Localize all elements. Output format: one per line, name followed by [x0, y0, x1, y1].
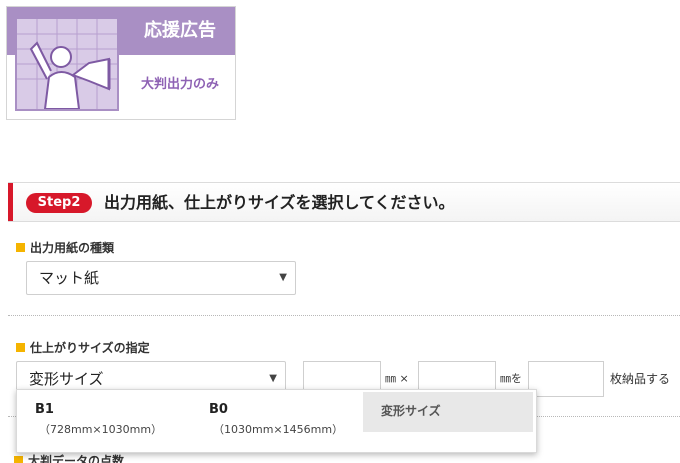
size-option-b0[interactable]: B0 （1030mm×1456mm） — [191, 390, 365, 454]
category-card: 応援広告 大判出力のみ — [6, 6, 236, 120]
bullet-square-icon — [14, 456, 23, 463]
step-badge: Step2 — [26, 193, 92, 213]
bullet-square-icon — [16, 343, 25, 352]
size-option-b1[interactable]: B1 （728mm×1030mm） — [17, 390, 191, 454]
category-subtitle: 大判出力のみ — [140, 77, 219, 92]
size-option-custom[interactable]: 変形サイズ — [363, 390, 537, 454]
quantity-suffix: 枚納品する — [610, 372, 671, 386]
cheering-illustration — [15, 17, 119, 111]
section-divider — [8, 315, 680, 316]
paper-type-select[interactable]: マット紙 ▼ — [26, 261, 296, 295]
step-header: Step2 出力用紙、仕上がりサイズを選択してください。 — [8, 182, 680, 222]
bullet-square-icon — [16, 243, 25, 252]
paper-type-label: 出力用紙の種類 — [16, 240, 216, 256]
caret-down-icon: ▼ — [279, 272, 287, 283]
step-heading: 出力用紙、仕上がりサイズを選択してください。 — [104, 193, 455, 212]
size-options-dropdown: B1 （728mm×1030mm） B0 （1030mm×1456mm） 変形サ… — [16, 389, 537, 453]
category-title: 応援広告 — [144, 20, 216, 41]
finish-size-label: 仕上がりサイズの指定 — [16, 340, 236, 356]
step-accent-bar — [8, 183, 13, 221]
paper-type-value: マット紙 — [39, 269, 100, 287]
quantity-input[interactable] — [528, 361, 604, 397]
